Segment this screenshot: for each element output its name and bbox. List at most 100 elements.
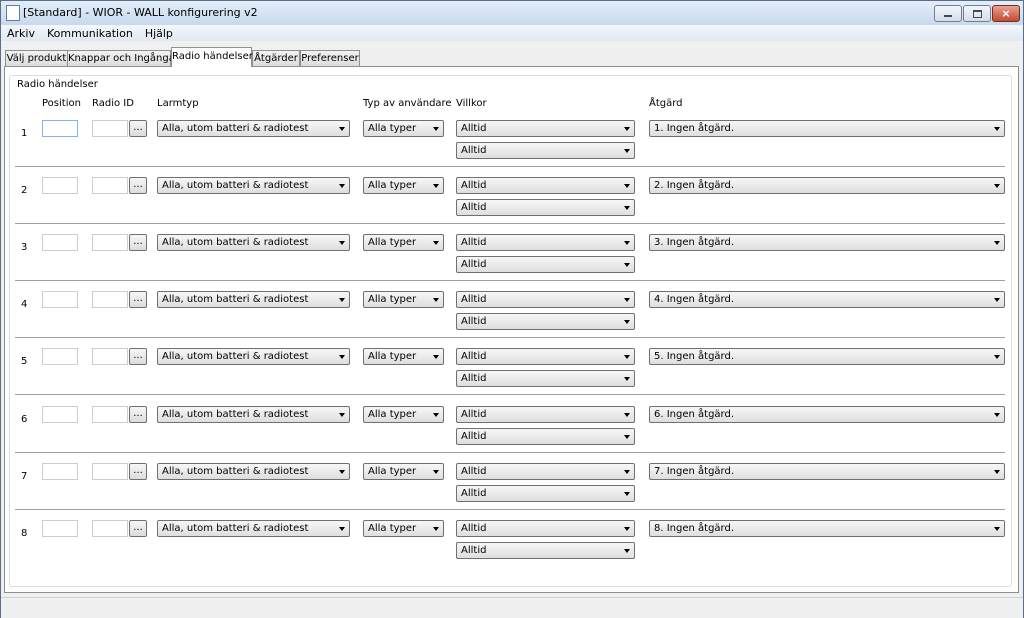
atgard-select[interactable]: 8. Ingen åtgärd. (649, 520, 1005, 537)
tab-radio-handelser[interactable]: Radio händelser (171, 47, 253, 67)
villkor-select-1[interactable]: Alltid (456, 291, 635, 308)
position-input[interactable] (42, 291, 78, 308)
larmtyp-select-value: Alla, utom batteri & radiotest (162, 294, 309, 305)
villkor-select-2[interactable]: Alltid (456, 142, 635, 159)
atgard-select[interactable]: 1. Ingen åtgärd. (649, 120, 1005, 137)
menu-hjalp[interactable]: Hjälp (139, 27, 179, 40)
maximize-button[interactable] (963, 5, 991, 22)
radio-id-browse-button[interactable]: ... (129, 463, 147, 480)
villkor-select-2[interactable]: Alltid (456, 542, 635, 559)
position-input[interactable] (42, 463, 78, 480)
larmtyp-select[interactable]: Alla, utom batteri & radiotest (157, 463, 350, 480)
villkor-select-2[interactable]: Alltid (456, 199, 635, 216)
villkor-select-1[interactable]: Alltid (456, 348, 635, 365)
tab-preferenser[interactable]: Preferenser (300, 50, 360, 66)
villkor-select-2[interactable]: Alltid (456, 428, 635, 445)
chevron-down-icon (624, 355, 630, 359)
chevron-down-icon (624, 298, 630, 302)
larmtyp-select[interactable]: Alla, utom batteri & radiotest (157, 120, 350, 137)
user-type-select[interactable]: Alla typer (363, 120, 444, 137)
user-type-select[interactable]: Alla typer (363, 463, 444, 480)
radio-id-browse-button[interactable]: ... (129, 520, 147, 537)
villkor-select-1[interactable]: Alltid (456, 177, 635, 194)
villkor-select-2[interactable]: Alltid (456, 485, 635, 502)
position-input[interactable] (42, 234, 78, 251)
larmtyp-select[interactable]: Alla, utom batteri & radiotest (157, 406, 350, 423)
minimize-button[interactable] (934, 5, 962, 22)
villkor-select-1-value: Alltid (461, 123, 487, 134)
user-type-select[interactable]: Alla typer (363, 234, 444, 251)
tab-valj-produkt[interactable]: Välj produkt (5, 50, 68, 66)
position-input[interactable] (42, 120, 78, 137)
user-type-select-value: Alla typer (368, 409, 417, 420)
row-number: 2 (21, 185, 28, 196)
atgard-select[interactable]: 3. Ingen åtgärd. (649, 234, 1005, 251)
villkor-select-1-value: Alltid (461, 237, 487, 248)
chevron-down-icon (624, 149, 630, 153)
chevron-down-icon (433, 298, 439, 302)
larmtyp-select[interactable]: Alla, utom batteri & radiotest (157, 234, 350, 251)
villkor-select-2[interactable]: Alltid (456, 370, 635, 387)
radio-id-input[interactable] (92, 348, 128, 365)
close-button[interactable]: × (992, 5, 1020, 22)
row-number: 8 (21, 528, 28, 539)
position-input[interactable] (42, 177, 78, 194)
user-type-select[interactable]: Alla typer (363, 291, 444, 308)
radio-id-browse-button[interactable]: ... (129, 234, 147, 251)
radio-id-input[interactable] (92, 234, 128, 251)
radio-id-browse-button[interactable]: ... (129, 291, 147, 308)
tab-atgarder[interactable]: Åtgärder (252, 50, 300, 66)
row-number: 6 (21, 414, 28, 425)
larmtyp-select[interactable]: Alla, utom batteri & radiotest (157, 348, 350, 365)
app-icon[interactable] (6, 5, 20, 21)
user-type-select[interactable]: Alla typer (363, 348, 444, 365)
atgard-select[interactable]: 5. Ingen åtgärd. (649, 348, 1005, 365)
chevron-down-icon (339, 527, 345, 531)
larmtyp-select[interactable]: Alla, utom batteri & radiotest (157, 291, 350, 308)
chevron-down-icon (624, 492, 630, 496)
villkor-select-1[interactable]: Alltid (456, 234, 635, 251)
radio-id-input[interactable] (92, 520, 128, 537)
atgard-select[interactable]: 7. Ingen åtgärd. (649, 463, 1005, 480)
radio-id-browse-button[interactable]: ... (129, 406, 147, 423)
position-input[interactable] (42, 406, 78, 423)
radio-id-input[interactable] (92, 291, 128, 308)
larmtyp-select[interactable]: Alla, utom batteri & radiotest (157, 520, 350, 537)
villkor-select-1-value: Alltid (461, 180, 487, 191)
user-type-select[interactable]: Alla typer (363, 177, 444, 194)
villkor-select-1[interactable]: Alltid (456, 463, 635, 480)
menu-arkiv[interactable]: Arkiv (1, 27, 41, 40)
position-input[interactable] (42, 348, 78, 365)
menu-kommunikation[interactable]: Kommunikation (41, 27, 139, 40)
larmtyp-select[interactable]: Alla, utom batteri & radiotest (157, 177, 350, 194)
villkor-select-2[interactable]: Alltid (456, 313, 635, 330)
row-number: 1 (21, 128, 28, 139)
radio-id-input[interactable] (92, 177, 128, 194)
user-type-select-value: Alla typer (368, 123, 417, 134)
chevron-down-icon (339, 127, 345, 131)
radio-id-input[interactable] (92, 120, 128, 137)
atgard-select[interactable]: 6. Ingen åtgärd. (649, 406, 1005, 423)
user-type-select[interactable]: Alla typer (363, 406, 444, 423)
villkor-select-1[interactable]: Alltid (456, 520, 635, 537)
atgard-select[interactable]: 2. Ingen åtgärd. (649, 177, 1005, 194)
villkor-select-1[interactable]: Alltid (456, 406, 635, 423)
atgard-select[interactable]: 4. Ingen åtgärd. (649, 291, 1005, 308)
user-type-select[interactable]: Alla typer (363, 520, 444, 537)
radio-id-input[interactable] (92, 406, 128, 423)
title-bar[interactable]: [Standard] - WIOR - WALL konfigurering v… (1, 1, 1023, 25)
radio-id-browse-button[interactable]: ... (129, 348, 147, 365)
villkor-select-1[interactable]: Alltid (456, 120, 635, 137)
tab-knappar-och-ingangar[interactable]: Knappar och Ingångar (67, 50, 179, 66)
row-separator (15, 166, 1005, 168)
chevron-down-icon (339, 298, 345, 302)
radio-id-browse-button[interactable]: ... (129, 177, 147, 194)
radio-id-browse-button[interactable]: ... (129, 120, 147, 137)
villkor-select-2[interactable]: Alltid (456, 256, 635, 273)
villkor-select-1-value: Alltid (461, 294, 487, 305)
villkor-select-1-value: Alltid (461, 466, 487, 477)
chevron-down-icon (624, 320, 630, 324)
radio-id-input[interactable] (92, 463, 128, 480)
header-typ-av-anvandare: Typ av användare (363, 98, 452, 109)
position-input[interactable] (42, 520, 78, 537)
